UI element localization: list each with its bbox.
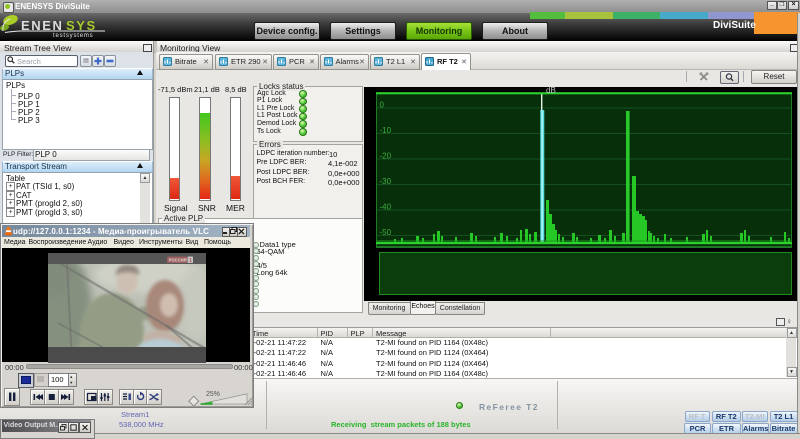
- svg-text:-10: -10: [380, 126, 392, 135]
- svg-text:РОССИЯ: РОССИЯ: [169, 257, 187, 262]
- svg-text:-20: -20: [380, 152, 392, 161]
- svg-text:SYS: SYS: [66, 18, 97, 33]
- svg-text:-30: -30: [380, 177, 392, 186]
- svg-text:ENEN: ENEN: [21, 18, 64, 33]
- svg-text:testsystems: testsystems: [53, 33, 93, 39]
- svg-text:0: 0: [380, 101, 385, 110]
- svg-text:-50: -50: [380, 228, 392, 237]
- svg-text:1: 1: [189, 257, 192, 263]
- svg-text:-40: -40: [380, 203, 392, 212]
